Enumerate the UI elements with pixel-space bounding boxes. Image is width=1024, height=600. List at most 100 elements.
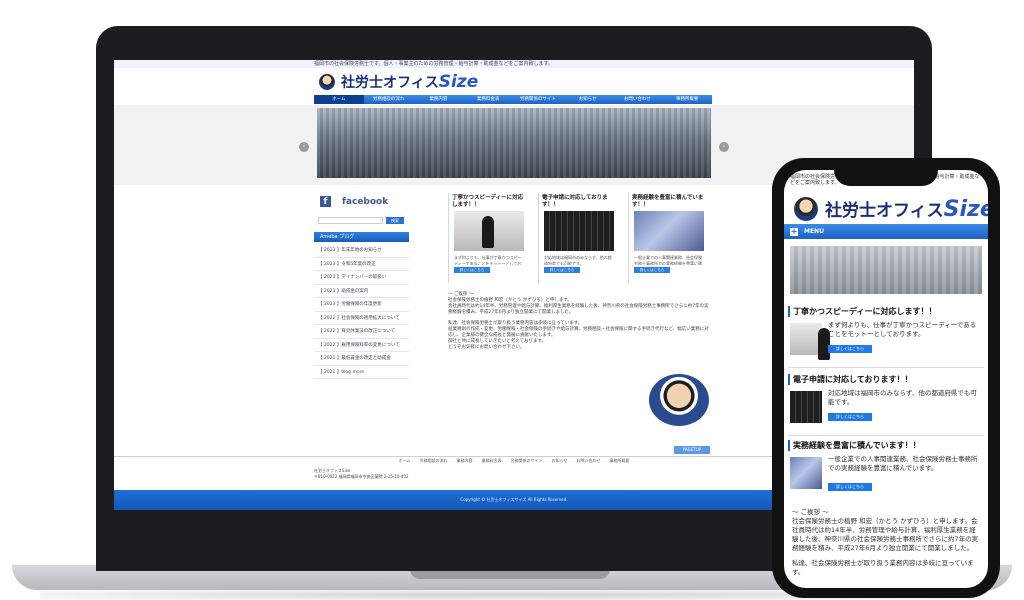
desktop-topline: 福岡市の社会保険労務士です。個人・事業主のための労務管理・給与計算・助成金などを…	[114, 60, 914, 68]
mobile-section-experience: 実務経験を豊富に積んでいます！！ 一般企業での人事関連業務、社会保険労務士事務所…	[788, 440, 984, 495]
section-text: まず何よりも、仕事が丁寧かつスピーディーであることをモットーとしております。	[828, 321, 977, 338]
card-image-keyboard	[544, 211, 614, 251]
nav-news[interactable]: お知らせ	[563, 95, 613, 104]
nav-home[interactable]: ホーム	[314, 95, 364, 104]
desktop-sidebar: f facebook 検索 Ameba ブログ 【 2023 】年末年始のお知ら…	[314, 190, 409, 450]
phone-notch	[834, 160, 938, 186]
card-image-runner	[454, 211, 524, 251]
search-button[interactable]: 検索	[386, 217, 404, 224]
card-detail-button[interactable]: 詳しくはこちら	[544, 267, 580, 273]
nav-flow[interactable]: 労務相談の流れ	[364, 95, 414, 104]
mobile-greeting: ～ ご挨拶 ～ 社会保険労務士の植野 和宏（かとう かずひろ）と申します。会社員…	[792, 508, 982, 577]
section-detail-button[interactable]: 詳しくはこちら	[828, 413, 872, 421]
plus-icon: +	[790, 226, 798, 236]
logo-avatar-icon	[794, 197, 818, 221]
mobile-logo-text: 社労士オフィスSize	[825, 196, 988, 222]
footer-nav-item[interactable]: 業務料金表	[481, 457, 501, 464]
mobile-logo[interactable]: 社労士オフィスSize	[794, 196, 988, 222]
card-detail-button[interactable]: 詳しくはこちら	[454, 267, 490, 273]
card-detail-button[interactable]: 詳しくはこちら	[634, 267, 670, 273]
blog-item[interactable]: 【 2023 】年末年始のお知らせ	[314, 244, 409, 258]
nav-contact[interactable]: お問い合わせ	[613, 95, 663, 104]
device-mockup-stage: 福岡市の社会保険労務士です。個人・事業主のための労務管理・給与計算・助成金などを…	[0, 0, 1024, 600]
hero-slider-image	[317, 108, 711, 178]
footer-nav-item[interactable]: 労務相談の流れ	[419, 457, 447, 464]
section-detail-button[interactable]: 詳しくはこちら	[828, 483, 872, 491]
feature-card-experience: 実務経験を豊富に積んでいます！！ 一般企業での人事関連業務、社会保険労務士事務所…	[628, 193, 710, 283]
footer-address: 〒810-0022 福岡県福岡市中央区薬院 2-15-10-402	[314, 474, 409, 479]
card-desc: 対応地域は福岡市のみならず、他の都道府県でも可能です。	[544, 255, 612, 265]
logo-prefix: 社労士オフィス	[341, 75, 439, 91]
greeting-block: ～ ご挨拶 ～ 社会保険労務士の植野 和宏（かとう かずひろ）と申します。 会社…	[448, 292, 712, 351]
hero-next-icon[interactable]: ›	[719, 142, 729, 152]
section-text: 一般企業での人事関連業務、社会保険労務士事務所での実務経験を豊富に積んでいます。	[828, 455, 978, 472]
phone-screen: 福岡市の社会保険労務士です。個人・事業主のための労務管理・給与計算・助成金などを…	[784, 170, 988, 588]
blog-item[interactable]: 【 2022 】社会保険の適用拡大について	[314, 312, 409, 325]
facebook-label: facebook	[342, 197, 389, 207]
ameba-blog-heading: Ameba ブログ	[314, 232, 409, 242]
card-desc: 一般企業での人事関連業務、社会保険労務士事務所での実務経験を豊富に積んでいます。	[634, 255, 702, 265]
blog-item[interactable]: 【 2023 】マイナンバーの取扱い	[314, 271, 409, 285]
footer-nav-item[interactable]: ホーム	[399, 457, 411, 464]
nav-services[interactable]: 業務内容	[414, 95, 464, 104]
desktop-logo-text: 社労士オフィスSize	[341, 72, 478, 92]
section-thumb-keyboard	[790, 391, 822, 423]
mobile-menu-toggle[interactable]: + MENU	[784, 224, 988, 239]
feature-card-e-filing: 電子申請に対応しております！！ 対応地域は福岡市のみならず、他の都道府県でも可能…	[538, 193, 620, 283]
section-row: まず何よりも、仕事が丁寧かつスピーディーであることをモットーとしております。 詳…	[788, 321, 984, 361]
card-title: 電子申請に対応しております！！	[542, 195, 608, 208]
greeting-paragraph: 社会保険労務士の植野 和宏（かとう かずひろ）と申します。会社員時代は約14年半…	[792, 517, 979, 552]
desktop-logo[interactable]: 社労士オフィスSize	[319, 72, 478, 92]
nav-links[interactable]: 労務関係のサイト	[513, 95, 563, 104]
mobile-section-e-filing: 電子申請に対応しております！！ 対応地域は福岡市のみならず、他の都道府県でも可能…	[788, 374, 984, 436]
section-divider	[788, 367, 984, 368]
section-text: 対応地域は福岡市のみならず、他の都道府県でも可能です。	[828, 389, 977, 406]
section-detail-button[interactable]: 詳しくはこちら	[828, 345, 872, 353]
blog-item[interactable]: 【 2021 】最低賃金の改定と助成金	[314, 352, 409, 366]
desktop-nav: ホーム 労務相談の流れ 業務内容 業務料金表 労務関係のサイト お知らせ お問い…	[314, 95, 712, 104]
footer-nav-item[interactable]: お問い合わせ	[576, 457, 600, 464]
feature-card-speed: 丁寧かつスピーディーに対応します！！ まず何よりも、仕事が丁寧かつスピーディーで…	[448, 193, 530, 283]
sidebar-search: 検索	[318, 217, 404, 224]
card-title: 実務経験を豊富に積んでいます！！	[632, 195, 704, 208]
blog-item[interactable]: 【 2023 】令和5年度の改正	[314, 258, 409, 271]
section-heading: 実務経験を豊富に積んでいます！！	[788, 440, 984, 451]
section-thumb-city	[790, 457, 822, 489]
blog-item[interactable]: 【 2023 】助成金の案内	[314, 285, 409, 298]
card-title: 丁寧かつスピーディーに対応します！！	[452, 195, 524, 208]
greeting-title: ～ ご挨拶 ～	[792, 508, 829, 516]
facebook-link[interactable]: f facebook	[314, 194, 409, 208]
nav-office[interactable]: 事務所概要	[662, 95, 712, 104]
footer-nav-item[interactable]: 労務関係のサイト	[510, 457, 542, 464]
section-heading: 丁寧かつスピーディーに対応します！！	[788, 306, 984, 317]
footer-info: 社労士オフィスSize 〒810-0022 福岡県福岡市中央区薬院 2-15-1…	[314, 468, 409, 480]
pagetop-button[interactable]: PAGETOP	[674, 446, 710, 454]
footer-nav-item[interactable]: 業務内容	[456, 457, 472, 464]
blog-list: 【 2023 】年末年始のお知らせ 【 2023 】令和5年度の改正 【 202…	[314, 244, 409, 379]
blog-item[interactable]: 【 2021 】blog more	[314, 366, 409, 379]
greeting-line: どうぞお気軽にお問い合わせ下さい。	[448, 345, 525, 350]
mobile-section-speed: 丁寧かつスピーディーに対応します！！ まず何よりも、仕事が丁寧かつスピーディーで…	[788, 306, 984, 368]
logo-avatar-icon	[319, 74, 335, 90]
section-row: 一般企業での人事関連業務、社会保険労務士事務所での実務経験を豊富に積んでいます。…	[788, 455, 984, 495]
blog-item[interactable]: 【 2022 】雇用保険料率の変更について	[314, 339, 409, 352]
card-image-city	[634, 211, 704, 251]
section-divider	[788, 435, 984, 436]
logo-brand: Size	[438, 72, 479, 92]
search-input[interactable]	[318, 217, 383, 224]
greeting-line: 会社員時代は約14年半、労務管理や給与計算、福利厚生業務を経験した後、神奈川県の…	[448, 304, 709, 315]
representative-photo	[649, 374, 709, 426]
nav-pricing[interactable]: 業務料金表	[463, 95, 513, 104]
section-thumb-runner	[790, 323, 830, 360]
blog-item[interactable]: 【 2022 】育児休業法の改正について	[314, 325, 409, 339]
desktop-topline-text: 福岡市の社会保険労務士です。個人・事業主のための労務管理・給与計算・助成金などを…	[314, 61, 554, 67]
footer-nav-item[interactable]: 事務所概要	[609, 457, 629, 464]
card-desc: まず何よりも、仕事が丁寧かつスピーディーであることをモットーとしております。	[454, 255, 522, 265]
facebook-icon: f	[320, 196, 331, 207]
mobile-hero-image	[790, 246, 982, 294]
feature-cards: 丁寧かつスピーディーに対応します！！ まず何よりも、仕事が丁寧かつスピーディーで…	[448, 190, 712, 290]
footer-nav-item[interactable]: お知らせ	[551, 457, 567, 464]
blog-item[interactable]: 【 2023 】労働保険の年度更新	[314, 298, 409, 312]
section-heading: 電子申請に対応しております！！	[788, 374, 984, 385]
hero-prev-icon[interactable]: ‹	[299, 142, 309, 152]
